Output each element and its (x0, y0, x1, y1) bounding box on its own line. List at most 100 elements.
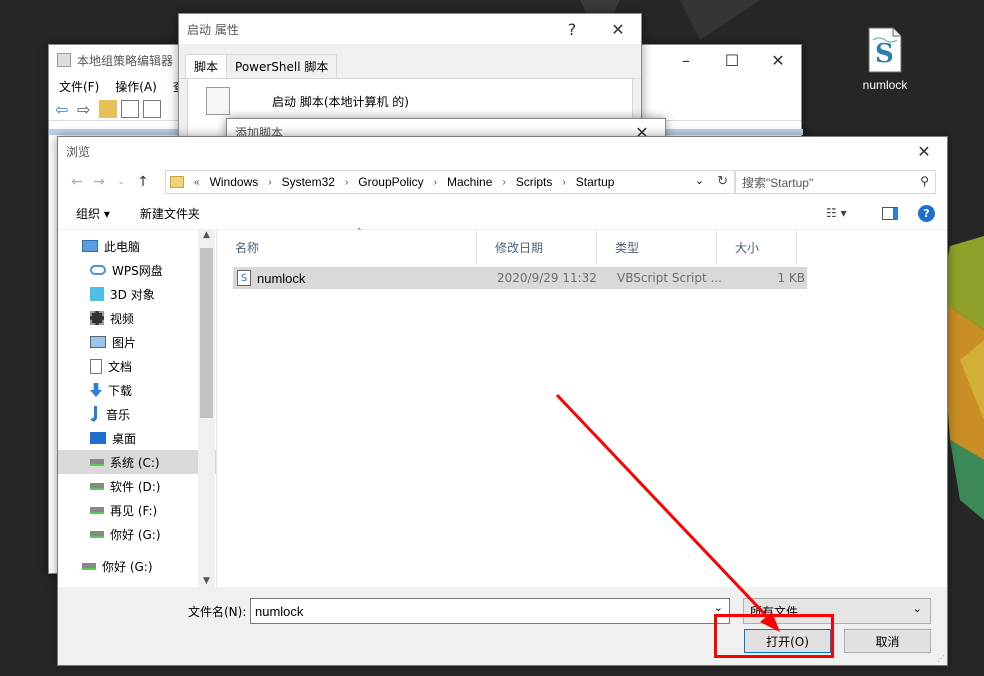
scroll-thumb[interactable] (200, 248, 213, 418)
policy-editor-icon (57, 53, 71, 67)
crumb-windows[interactable]: Windows (210, 175, 259, 189)
drive-icon (90, 458, 104, 466)
crumb-sep-icon[interactable]: › (562, 177, 565, 188)
search-input[interactable]: 搜索"Startup" ⚲ (735, 170, 936, 194)
help-button[interactable]: ? (549, 14, 595, 44)
drive-icon (90, 482, 104, 490)
scroll-up-icon[interactable]: ▲ (198, 230, 215, 244)
nav-item[interactable]: 下载 (58, 378, 216, 402)
filename-value: numlock (255, 603, 304, 619)
forward-button[interactable]: → (88, 174, 110, 190)
props-title: 启动 属性 (187, 22, 239, 37)
nav-item[interactable]: 图片 (58, 330, 216, 354)
nav-item[interactable]: 你好 (G:) (58, 554, 216, 578)
tab-scripts[interactable]: 脚本 (185, 54, 228, 78)
close-button[interactable]: ✕ (755, 45, 801, 75)
nav-item[interactable]: 此电脑 (58, 234, 216, 258)
crumb-machine[interactable]: Machine (447, 175, 492, 189)
back-arrow-icon[interactable]: ⇦ (55, 100, 73, 119)
nav-item[interactable]: 你好 (G:) (58, 522, 216, 546)
folder-icon (170, 176, 184, 188)
file-list-pane: ˄ 名称 修改日期 类型 大小 S numlock 2020/9/29 11:3… (216, 228, 947, 588)
forward-arrow-icon[interactable]: ⇨ (77, 100, 95, 119)
gpedit-title: 本地组策略编辑器 (77, 53, 174, 68)
refresh-icon[interactable]: ↻ (717, 173, 728, 189)
nav-item[interactable]: 软件 (D:) (58, 474, 216, 498)
new-folder-button[interactable]: 新建文件夹 (140, 205, 200, 222)
table-row[interactable]: S numlock 2020/9/29 11:32 VBScript Scrip… (233, 267, 807, 289)
sort-indicator-icon: ˄ (357, 228, 362, 238)
breadcrumb: « Windows › System32 › GroupPolicy › Machin… (194, 175, 614, 189)
drive-icon (82, 562, 96, 570)
props-tabs: 脚本 PowerShell 脚本 (179, 54, 641, 79)
download-icon (90, 383, 102, 397)
crumb-startup[interactable]: Startup (576, 175, 615, 189)
menu-file[interactable]: 文件(F) (59, 78, 99, 95)
address-row: ← → ⌄ ↑ « Windows › System32 › GroupPolicy… (58, 165, 947, 199)
chevron-down-icon: ⌄ (912, 602, 922, 615)
column-headers: 名称 修改日期 类型 大小 (217, 230, 947, 264)
address-bar[interactable]: « Windows › System32 › GroupPolicy › Machin… (165, 170, 735, 194)
nav-item-label: 下载 (108, 383, 133, 398)
crumb-sep-icon[interactable]: › (434, 177, 437, 188)
column-modified[interactable]: 修改日期 (477, 230, 597, 264)
minimize-button[interactable]: – (663, 45, 709, 75)
nav-scrollbar[interactable]: ▲ ▼ (198, 230, 215, 588)
column-size[interactable]: 大小 (717, 230, 797, 264)
maximize-button[interactable]: ☐ (709, 45, 755, 75)
crumb-grouppolicy[interactable]: GroupPolicy (358, 175, 423, 189)
nav-item-label: 图片 (112, 335, 137, 350)
recent-dropdown-button[interactable]: ⌄ (110, 177, 132, 187)
browse-title: 浏览 (66, 144, 91, 159)
props-titlebar: 启动 属性 ? ✕ (179, 14, 641, 44)
column-name[interactable]: 名称 (217, 230, 477, 264)
scroll-down-icon[interactable]: ▼ (198, 576, 215, 586)
cancel-button[interactable]: 取消 (844, 629, 931, 653)
tab-powershell[interactable]: PowerShell 脚本 (226, 54, 338, 78)
resize-grip-icon[interactable]: ⋰ (937, 654, 945, 663)
command-bar: 组织 ▾ 新建文件夹 ☷ ▾ ? (58, 199, 947, 229)
search-icon[interactable]: ⚲ (920, 174, 929, 188)
chevron-down-icon[interactable]: ⌄ (714, 601, 723, 614)
up-folder-icon[interactable] (99, 99, 117, 118)
crumb-sep-icon[interactable]: › (268, 177, 271, 188)
help-icon[interactable]: ? (918, 205, 935, 222)
file-modified: 2020/9/29 11:32 (497, 271, 597, 285)
filename-input[interactable]: numlock ⌄ (250, 598, 730, 624)
view-options-icon[interactable]: ☷ ▾ (826, 206, 847, 220)
nav-item[interactable]: 文档 (58, 354, 216, 378)
crumb-sep-icon[interactable]: › (502, 177, 505, 188)
back-button[interactable]: ← (66, 174, 88, 190)
nav-item[interactable]: 再见 (F:) (58, 498, 216, 522)
crumb-sep-icon[interactable]: › (345, 177, 348, 188)
chevron-down-icon[interactable]: ⌄ (695, 174, 704, 187)
nav-item-label: 文档 (108, 359, 133, 374)
properties-icon[interactable] (143, 99, 161, 118)
nav-item[interactable]: WPS网盘 (58, 258, 216, 282)
preview-pane-icon[interactable] (882, 207, 898, 220)
nav-item[interactable]: 桌面 (58, 426, 216, 450)
nav-item-label: 你好 (G:) (102, 559, 153, 574)
nav-item-label: 你好 (G:) (110, 527, 161, 542)
nav-item[interactable]: 系统 (C:) (58, 450, 216, 474)
annotation-highlight-box (714, 614, 834, 658)
show-hide-tree-icon[interactable] (121, 99, 139, 118)
props-close-button[interactable]: ✕ (595, 14, 641, 44)
browse-close-button[interactable]: ✕ (901, 137, 947, 165)
cloud-icon (90, 265, 106, 275)
up-button[interactable]: ↑ (132, 174, 154, 190)
nav-item[interactable]: 3D 对象 (58, 282, 216, 306)
crumb-system32[interactable]: System32 (282, 175, 335, 189)
nav-item-label: 桌面 (112, 431, 137, 446)
organize-menu[interactable]: 组织 ▾ (76, 205, 110, 222)
column-type[interactable]: 类型 (597, 230, 717, 264)
nav-item[interactable]: 音乐 (58, 402, 216, 426)
file-size: 1 KB (777, 271, 805, 285)
menu-action[interactable]: 操作(A) (115, 78, 157, 95)
nav-item[interactable]: 视频 (58, 306, 216, 330)
breadcrumb-overflow[interactable]: « (194, 177, 200, 188)
content-area: 此电脑 WPS网盘 3D 对象 视频图片文档下载音乐桌面系统 (C:) 软件 (D:) 再… (58, 228, 947, 588)
crumb-scripts[interactable]: Scripts (516, 175, 553, 189)
desktop-file-numlock[interactable]: S numlock (852, 26, 918, 92)
browse-dialog: 浏览 ✕ ← → ⌄ ↑ « Windows › System32 › GroupP… (57, 136, 948, 666)
